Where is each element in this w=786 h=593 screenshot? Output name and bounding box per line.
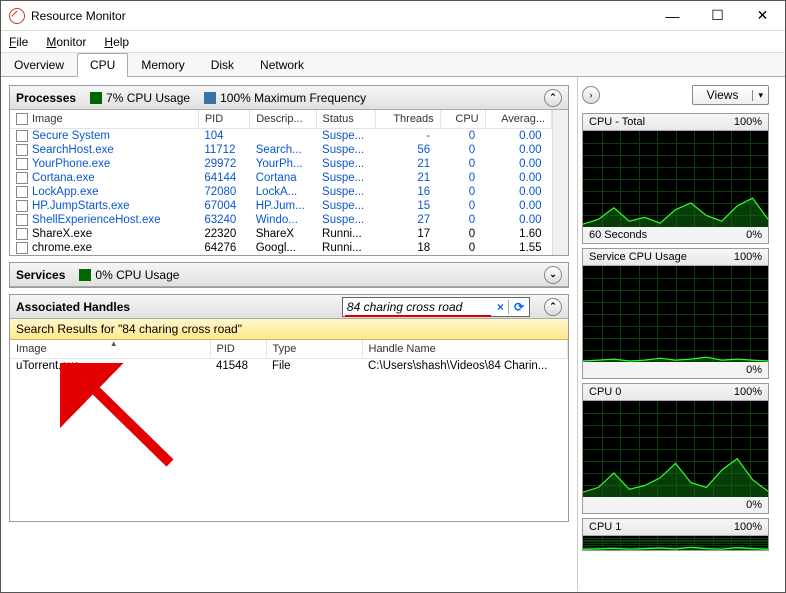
graph-service-cpu: Service CPU Usage100% 0%: [582, 248, 769, 379]
handles-search-input[interactable]: [343, 300, 493, 314]
search-results-bar: Search Results for "84 charing cross roa…: [10, 319, 568, 340]
handles-panel: Associated Handles × ⟳ ⌃ Search Results …: [9, 294, 569, 522]
handle-name: C:\Users\shash\Videos\84 Charin...: [362, 359, 568, 374]
maximize-button[interactable]: ☐: [695, 1, 740, 31]
handle-image: uTorrent.exe: [10, 359, 210, 374]
col-status[interactable]: Status: [316, 110, 376, 129]
table-row[interactable]: chrome.exe64276Googl...Runni...1801.55: [10, 241, 552, 255]
services-cpu-stat: 0% CPU Usage: [79, 268, 179, 282]
handle-type: File: [266, 359, 362, 374]
views-button[interactable]: Views ▾: [692, 85, 769, 105]
processes-header[interactable]: Processes 7% CPU Usage 100% Maximum Freq…: [10, 86, 568, 110]
views-dropdown-icon[interactable]: ▾: [752, 90, 768, 101]
tabbar: Overview CPU Memory Disk Network: [1, 53, 785, 77]
collapse-processes-button[interactable]: ⌃: [544, 89, 562, 107]
hcol-pid[interactable]: PID: [210, 340, 266, 359]
views-label: Views: [693, 88, 753, 102]
search-refresh-icon[interactable]: ⟳: [508, 300, 529, 314]
close-button[interactable]: ✕: [740, 1, 785, 31]
table-row[interactable]: Secure System104Suspe...-00.00: [10, 129, 552, 144]
clear-search-icon[interactable]: ×: [493, 300, 508, 314]
col-pid[interactable]: PID: [198, 110, 249, 129]
annotation-underline: [345, 315, 491, 317]
max-freq-stat: 100% Maximum Frequency: [204, 91, 366, 105]
table-row[interactable]: YourPhone.exe29972YourPh...Suspe...2100.…: [10, 157, 552, 171]
menubar: File Monitor Help: [1, 31, 785, 53]
graph-cpu1: CPU 1100%: [582, 518, 769, 551]
handles-table: Image▲ PID Type Handle Name uTorrent.exe…: [10, 340, 568, 373]
handles-header[interactable]: Associated Handles × ⟳ ⌃: [10, 295, 568, 319]
processes-table: Image PID Descrip... Status Threads CPU …: [10, 110, 552, 255]
hcol-name[interactable]: Handle Name: [362, 340, 568, 359]
col-cpu[interactable]: CPU: [440, 110, 485, 129]
collapse-handles-button[interactable]: ⌃: [544, 298, 562, 316]
table-row[interactable]: LockApp.exe72080LockA...Suspe...1600.00: [10, 185, 552, 199]
hcol-type[interactable]: Type: [266, 340, 362, 359]
minimize-button[interactable]: —: [650, 1, 695, 31]
col-threads[interactable]: Threads: [376, 110, 440, 129]
collapse-right-button[interactable]: ›: [582, 86, 600, 104]
services-title: Services: [16, 268, 65, 282]
tab-network[interactable]: Network: [247, 53, 317, 76]
services-panel: Services 0% CPU Usage ⌄: [9, 262, 569, 288]
table-row[interactable]: Cortana.exe64144CortanaSuspe...2100.00: [10, 171, 552, 185]
services-header[interactable]: Services 0% CPU Usage ⌄: [10, 263, 568, 287]
col-avg[interactable]: Averag...: [485, 110, 551, 129]
window-title: Resource Monitor: [31, 9, 650, 23]
app-icon: [9, 8, 25, 24]
tab-disk[interactable]: Disk: [198, 53, 247, 76]
table-row[interactable]: ShellExperienceHost.exe63240Windo...Susp…: [10, 213, 552, 227]
table-row[interactable]: HP.JumpStarts.exe67004HP.Jum...Suspe...1…: [10, 199, 552, 213]
col-image[interactable]: Image: [10, 110, 198, 129]
tab-overview[interactable]: Overview: [1, 53, 77, 76]
graph-cpu0: CPU 0100% 0%: [582, 383, 769, 514]
titlebar: Resource Monitor — ☐ ✕: [1, 1, 785, 31]
handles-title: Associated Handles: [16, 300, 130, 314]
table-row[interactable]: uTorrent.exe 41548 File C:\Users\shash\V…: [10, 359, 568, 374]
processes-panel: Processes 7% CPU Usage 100% Maximum Freq…: [9, 85, 569, 256]
expand-services-button[interactable]: ⌄: [544, 266, 562, 284]
handle-pid: 41548: [210, 359, 266, 374]
processes-title: Processes: [16, 91, 76, 105]
menu-file[interactable]: File: [7, 33, 30, 51]
col-desc[interactable]: Descrip...: [250, 110, 316, 129]
tab-cpu[interactable]: CPU: [77, 53, 128, 77]
menu-monitor[interactable]: Monitor: [44, 33, 88, 51]
graph-cpu-total: CPU - Total100% 60 Seconds0%: [582, 113, 769, 244]
processes-scrollbar[interactable]: [552, 110, 568, 255]
menu-help[interactable]: Help: [102, 33, 131, 51]
hcol-image[interactable]: Image▲: [10, 340, 210, 359]
handles-search: × ⟳: [342, 297, 530, 317]
tab-memory[interactable]: Memory: [128, 53, 197, 76]
cpu-usage-stat: 7% CPU Usage: [90, 91, 190, 105]
table-row[interactable]: ShareX.exe22320ShareXRunni...1701.60: [10, 227, 552, 241]
table-row[interactable]: SearchHost.exe11712Search...Suspe...5600…: [10, 143, 552, 157]
